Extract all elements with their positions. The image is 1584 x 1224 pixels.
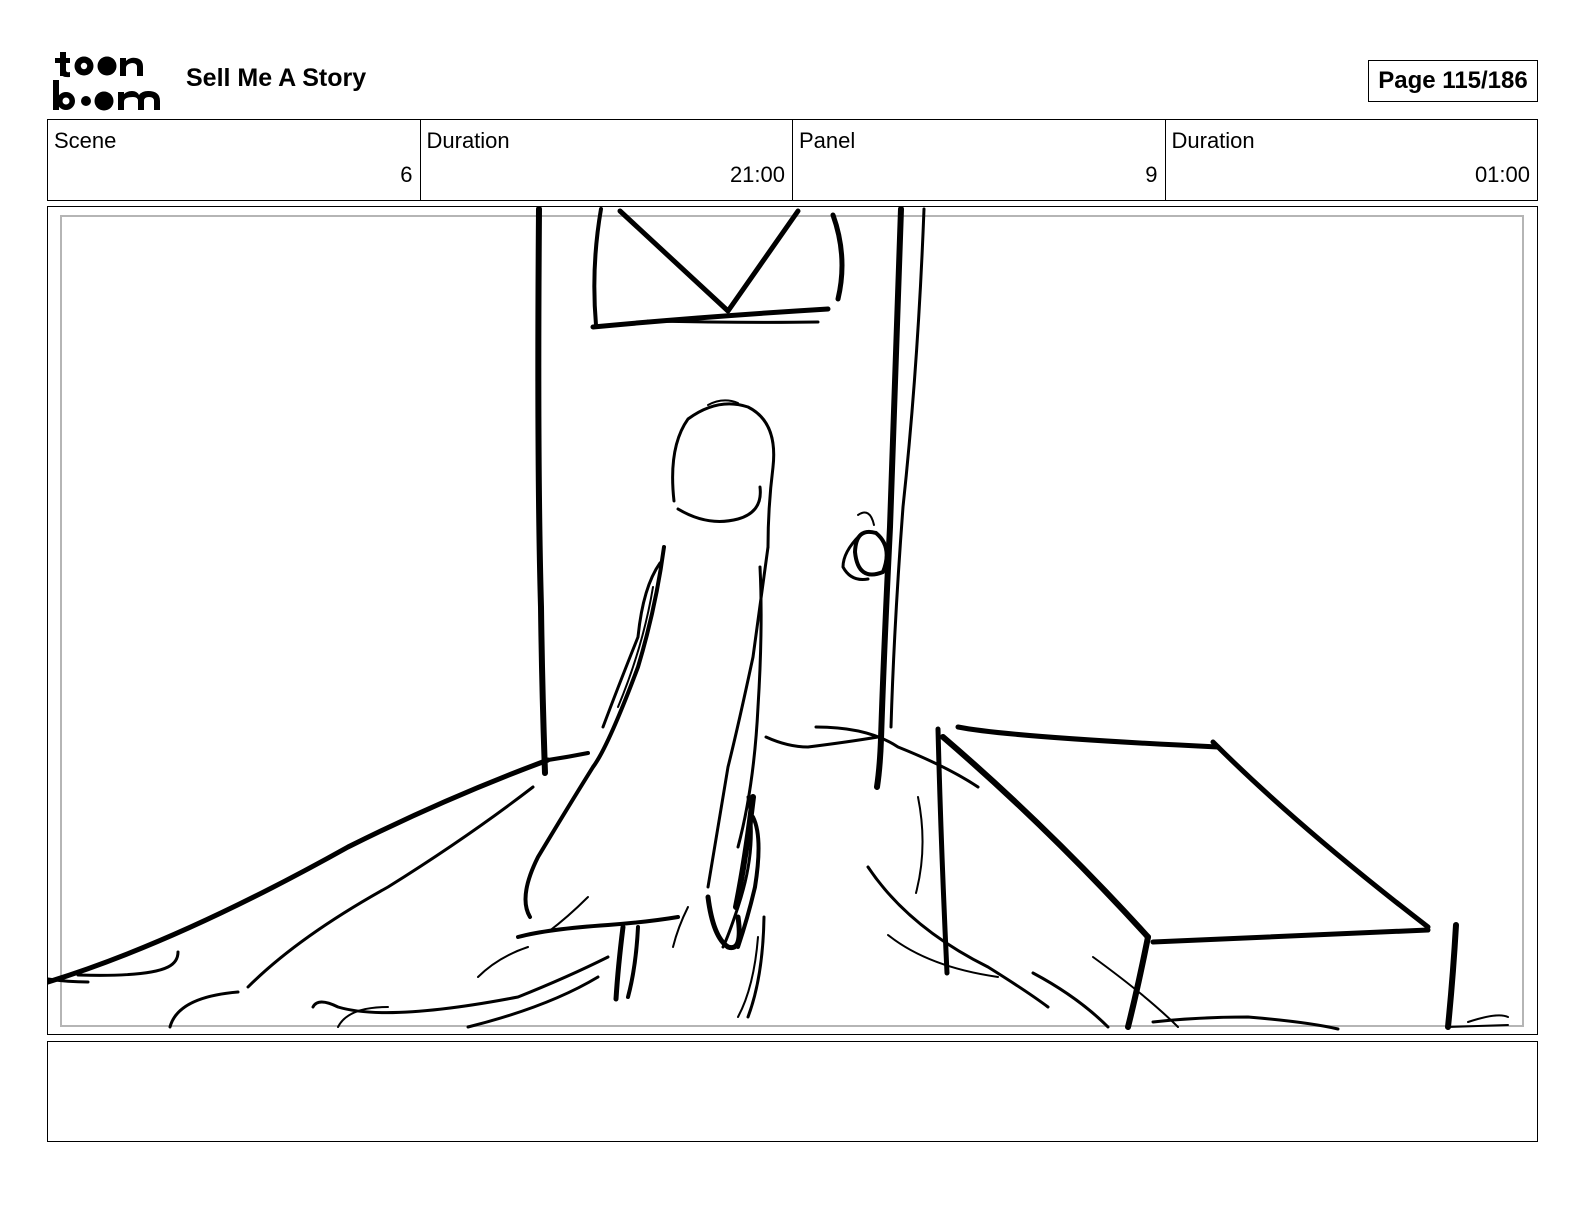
sketch-drawing xyxy=(48,207,1509,1031)
panel-duration-cell: Duration 01:00 xyxy=(1164,120,1538,200)
panel-value: 9 xyxy=(1145,162,1158,187)
panel-label: Panel xyxy=(799,128,856,153)
project-title: Sell Me A Story xyxy=(186,64,367,92)
scene-duration-value: 21:00 xyxy=(729,162,785,187)
toon-boom-logo xyxy=(52,50,164,112)
scene-value: 6 xyxy=(400,162,413,187)
page-counter: Page 115/186 xyxy=(1368,60,1538,102)
scene-duration-cell: Duration 21:00 xyxy=(419,120,793,200)
panel-cell: Panel 9 xyxy=(792,120,1165,200)
panel-info-table: Scene 6 Duration 21:00 Panel 9 Duration … xyxy=(47,119,1538,201)
panel-duration-label: Duration xyxy=(1171,128,1255,153)
panel-notes-box xyxy=(47,1041,1538,1142)
scene-label: Scene xyxy=(54,128,117,153)
storyboard-panel xyxy=(47,206,1538,1035)
panel-duration-value: 01:00 xyxy=(1474,162,1530,187)
scene-duration-label: Duration xyxy=(426,128,510,153)
scene-cell: Scene 6 xyxy=(48,120,420,200)
